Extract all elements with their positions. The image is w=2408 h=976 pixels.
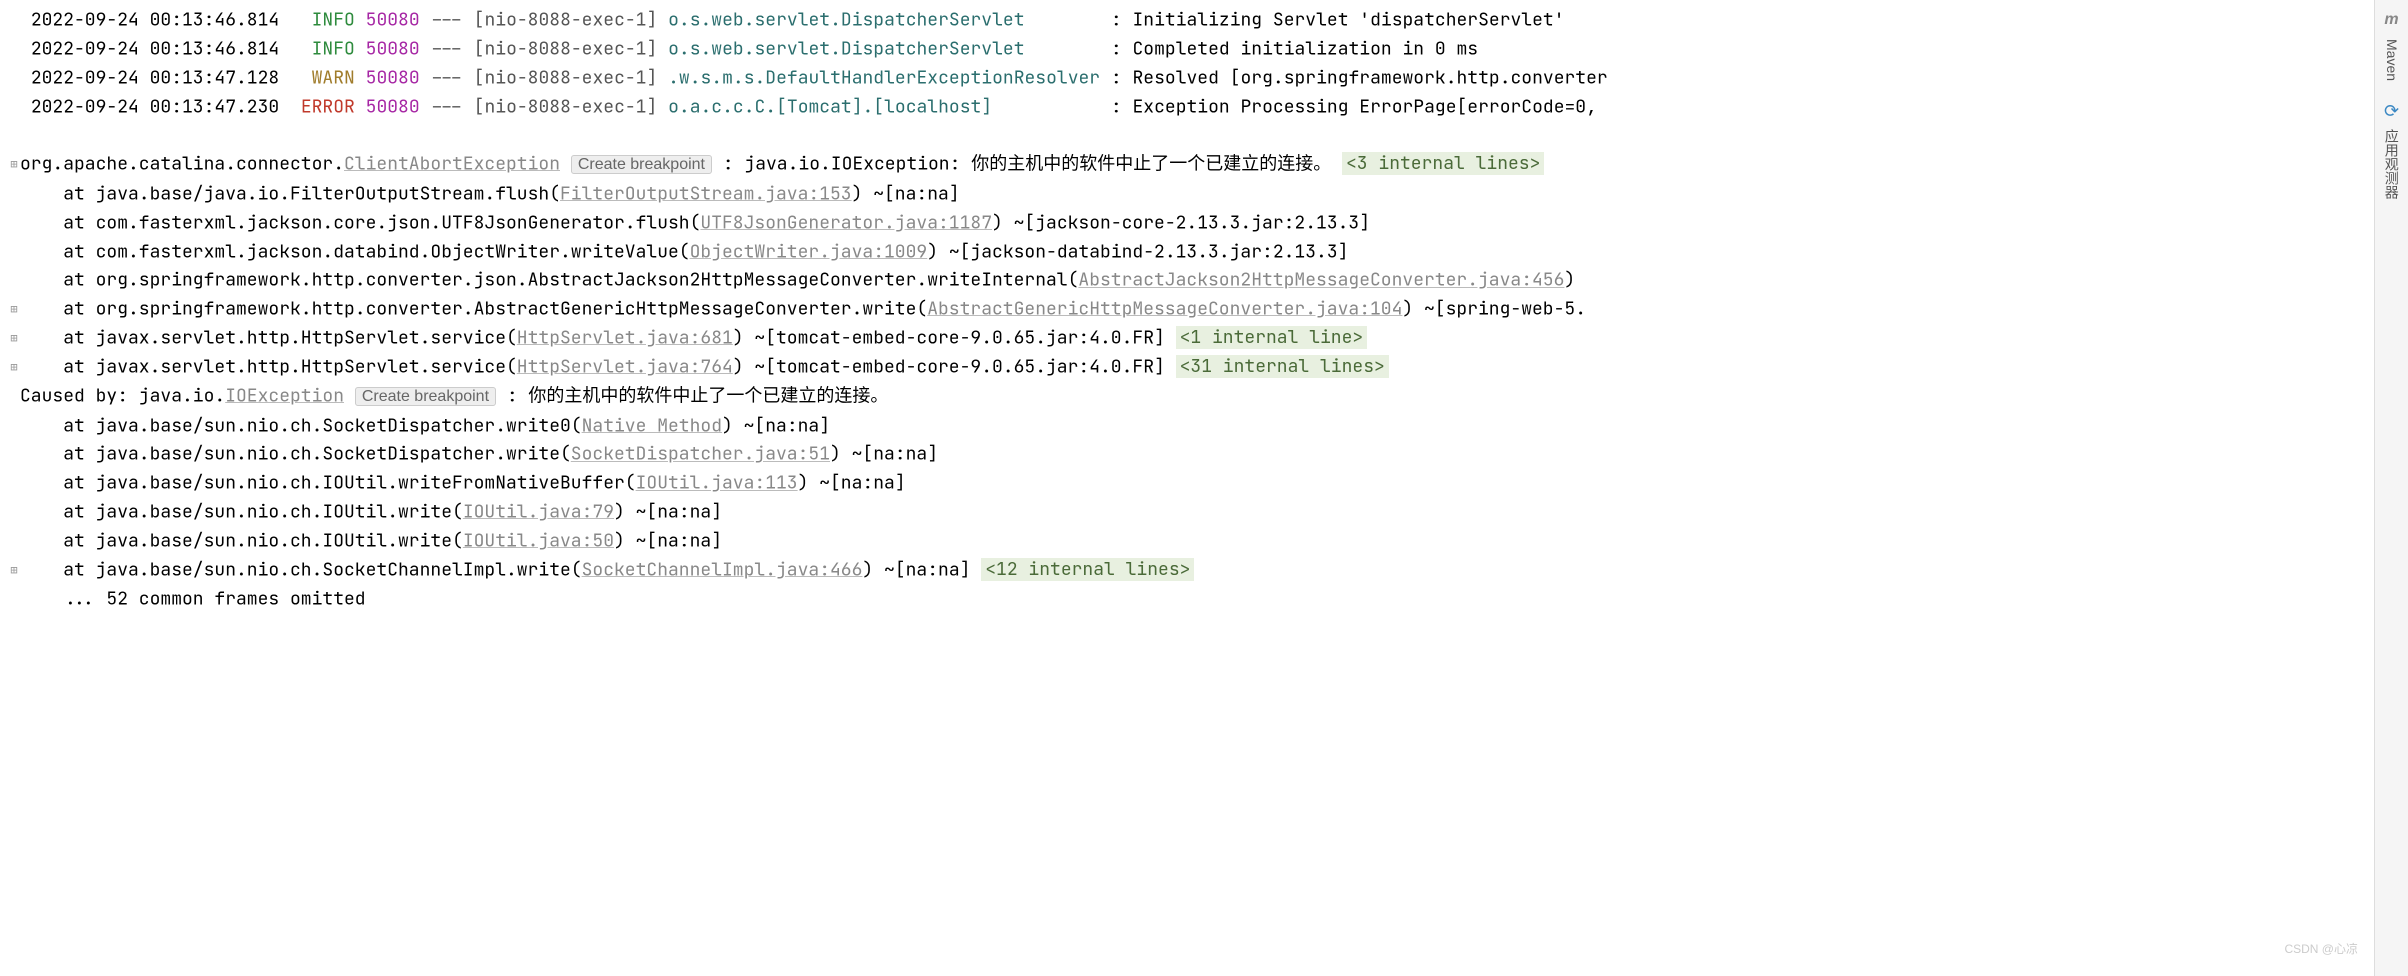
exception-class-link[interactable]: ClientAbortException — [344, 152, 560, 175]
expand-icon — [8, 266, 20, 295]
expand-icon — [8, 180, 20, 209]
sidebar-observer[interactable]: ⟳ 应用观测器 — [2377, 97, 2406, 200]
frames-omitted: ... 52 common frames omitted — [8, 585, 2374, 614]
source-link[interactable]: HttpServlet.java:681 — [517, 326, 733, 349]
gutter — [8, 64, 20, 93]
create-breakpoint-button[interactable]: Create breakpoint — [571, 155, 712, 174]
maven-icon: m — [2384, 6, 2398, 35]
folded-lines[interactable]: <31 internal lines> — [1176, 355, 1389, 378]
gutter — [8, 35, 20, 64]
expand-icon — [8, 498, 20, 527]
expand-icon — [8, 440, 20, 469]
expand-icon[interactable]: ⊞ — [8, 556, 20, 585]
gutter — [8, 6, 20, 35]
stack-frame: ⊞ at org.springframework.http.converter.… — [8, 295, 2374, 324]
log-line: 2022-09-24 00:13:46.814 INFO 50080 --- [… — [8, 6, 2374, 35]
source-link[interactable]: FilterOutputStream.java:153 — [560, 182, 852, 205]
source-link[interactable]: SocketChannelImpl.java:466 — [582, 558, 863, 581]
watermark: CSDN @心凉 — [2284, 935, 2358, 964]
stack-frame: at java.base/sun.nio.ch.IOUtil.write(IOU… — [8, 527, 2374, 556]
stack-frame: at com.fasterxml.jackson.databind.Object… — [8, 238, 2374, 267]
caused-by: Caused by: java.io.IOException Create br… — [8, 382, 2374, 412]
source-link[interactable]: IOUtil.java:79 — [463, 500, 614, 523]
source-link[interactable]: SocketDispatcher.java:51 — [571, 443, 830, 466]
sidebar-maven[interactable]: m Maven — [2377, 6, 2406, 81]
source-link[interactable]: ObjectWriter.java:1009 — [690, 240, 928, 263]
log-line: 2022-09-24 00:13:46.814 INFO 50080 --- [… — [8, 35, 2374, 64]
source-link[interactable]: UTF8JsonGenerator.java:1187 — [700, 211, 992, 234]
stack-frame: at org.springframework.http.converter.js… — [8, 266, 2374, 295]
source-link[interactable]: Native Method — [582, 414, 722, 437]
log-line: 2022-09-24 00:13:47.230 ERROR 50080 --- … — [8, 93, 2374, 122]
source-link[interactable]: HttpServlet.java:764 — [517, 355, 733, 378]
stack-frame: at java.base/sun.nio.ch.IOUtil.write(IOU… — [8, 498, 2374, 527]
folded-lines[interactable]: <1 internal line> — [1176, 326, 1368, 349]
sidebar-maven-label: Maven — [2377, 39, 2406, 81]
expand-icon[interactable]: ⊞ — [8, 353, 20, 382]
right-sidebar: m Maven ⟳ 应用观测器 — [2374, 0, 2408, 976]
expand-icon — [8, 238, 20, 267]
stack-frame: at java.base/java.io.FilterOutputStream.… — [8, 180, 2374, 209]
expand-icon — [8, 412, 20, 441]
stack-frame: at java.base/sun.nio.ch.IOUtil.writeFrom… — [8, 469, 2374, 498]
exception-class-link[interactable]: IOException — [225, 384, 344, 407]
exception-heading: ⊞org.apache.catalina.connector.ClientAbo… — [8, 150, 2374, 180]
stack-frame: ⊞ at java.base/sun.nio.ch.SocketChannelI… — [8, 556, 2374, 585]
stack-frame: at com.fasterxml.jackson.core.json.UTF8J… — [8, 209, 2374, 238]
expand-icon — [8, 209, 20, 238]
stack-frame: ⊞ at javax.servlet.http.HttpServlet.serv… — [8, 353, 2374, 382]
observer-icon: ⟳ — [2384, 97, 2399, 126]
expand-icon[interactable]: ⊞ — [8, 295, 20, 324]
stack-frame: at java.base/sun.nio.ch.SocketDispatcher… — [8, 440, 2374, 469]
source-link[interactable]: IOUtil.java:50 — [463, 529, 614, 552]
console-output: 2022-09-24 00:13:46.814 INFO 50080 --- [… — [0, 0, 2374, 976]
folded-lines[interactable]: <12 internal lines> — [981, 558, 1194, 581]
expand-icon[interactable]: ⊞ — [8, 324, 20, 353]
log-line: 2022-09-24 00:13:47.128 WARN 50080 --- [… — [8, 64, 2374, 93]
expand-icon — [8, 469, 20, 498]
folded-lines[interactable]: <3 internal lines> — [1342, 152, 1544, 175]
expand-icon — [8, 527, 20, 556]
stack-frame: ⊞ at javax.servlet.http.HttpServlet.serv… — [8, 324, 2374, 353]
source-link[interactable]: AbstractGenericHttpMessageConverter.java… — [927, 297, 1402, 320]
create-breakpoint-button[interactable]: Create breakpoint — [355, 387, 496, 406]
expand-icon[interactable]: ⊞ — [8, 150, 20, 179]
sidebar-observer-label: 应用观测器 — [2377, 129, 2406, 199]
gutter — [8, 93, 20, 122]
stack-frame: at java.base/sun.nio.ch.SocketDispatcher… — [8, 412, 2374, 441]
source-link[interactable]: IOUtil.java:113 — [636, 472, 798, 495]
source-link[interactable]: AbstractJackson2HttpMessageConverter.jav… — [1078, 269, 1564, 292]
